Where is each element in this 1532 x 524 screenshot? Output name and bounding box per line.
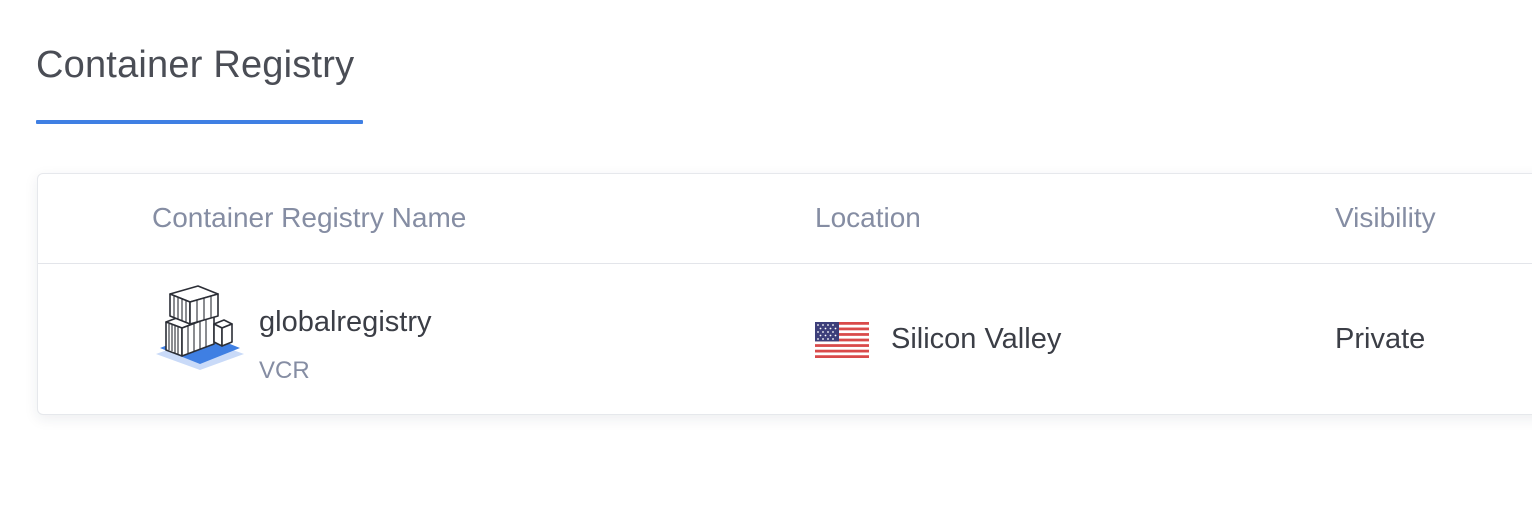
location-text: Silicon Valley [891, 323, 1062, 355]
column-header-location[interactable]: Location [815, 202, 921, 234]
table-header: Container Registry Name Location Visibil… [38, 174, 1532, 264]
us-flag-icon [815, 322, 869, 358]
registry-name[interactable]: globalregistry [259, 306, 431, 339]
column-header-name[interactable]: Container Registry Name [152, 202, 466, 234]
visibility-text: Private [1335, 323, 1426, 355]
table-row[interactable]: globalregistry VCR Silicon Valley Privat… [38, 264, 1532, 415]
page-title: Container Registry [36, 44, 355, 86]
title-underline [36, 120, 363, 124]
container-registry-icon [154, 284, 246, 382]
page: Container Registry Container Registry Na… [0, 0, 1532, 524]
registry-type: VCR [259, 357, 310, 384]
registry-table: Container Registry Name Location Visibil… [37, 173, 1532, 415]
column-header-visibility[interactable]: Visibility [1335, 202, 1436, 234]
